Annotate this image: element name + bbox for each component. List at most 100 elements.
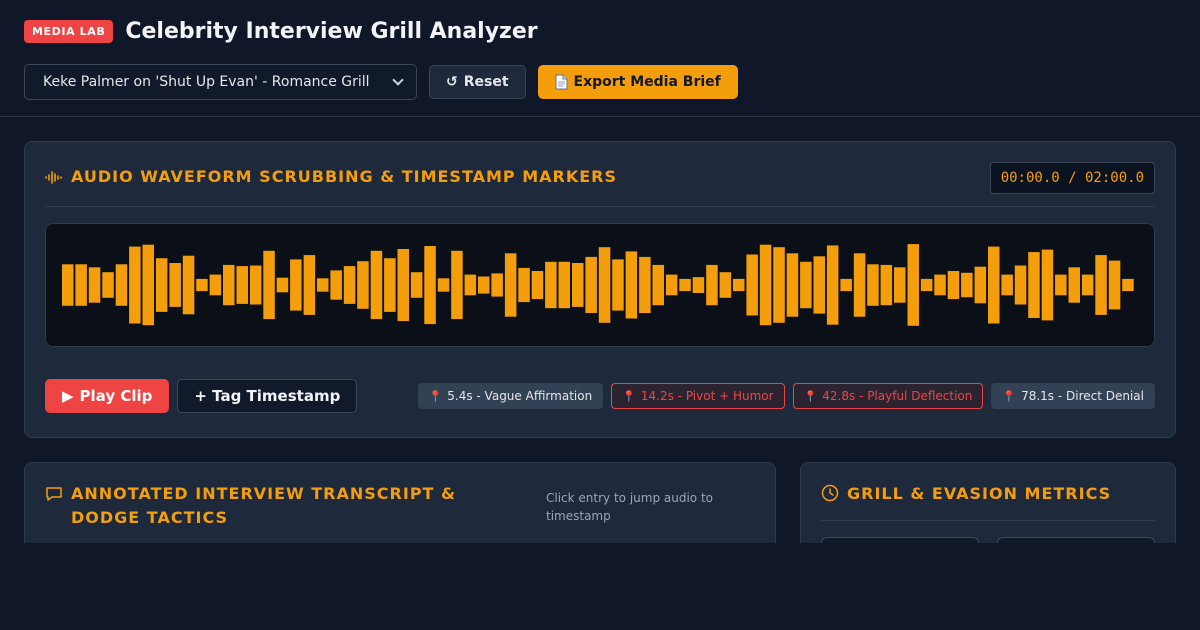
- waveform-bar[interactable]: [786, 253, 799, 317]
- waveform-bar[interactable]: [813, 256, 826, 314]
- waveform-bar[interactable]: [826, 245, 839, 325]
- waveform-bar[interactable]: [572, 263, 584, 307]
- tag-timestamp-button[interactable]: + Tag Timestamp: [177, 379, 358, 413]
- waveform-bar[interactable]: [142, 244, 155, 326]
- marker-label: 78.1s - Direct Denial: [1021, 389, 1144, 403]
- waveform-bar[interactable]: [223, 264, 235, 306]
- waveform-bar[interactable]: [75, 264, 87, 306]
- waveform-bar[interactable]: [303, 255, 316, 315]
- waveform-bar[interactable]: [988, 246, 1000, 324]
- waveform-bar[interactable]: [598, 247, 611, 323]
- brand: MEDIA LAB Celebrity Interview Grill Anal…: [24, 19, 538, 44]
- pin-icon: 📍: [1002, 389, 1017, 403]
- waveform-bar[interactable]: [384, 258, 396, 312]
- waveform-bar[interactable]: [719, 272, 732, 298]
- waveform-bar[interactable]: [907, 244, 920, 326]
- waveform-bar[interactable]: [1041, 249, 1054, 321]
- waveform-bar[interactable]: [263, 250, 275, 320]
- waveform-bar[interactable]: [330, 270, 342, 300]
- waveform-bar[interactable]: [478, 276, 490, 294]
- waveform-bar[interactable]: [665, 274, 678, 296]
- reset-button[interactable]: ↺ Reset: [429, 65, 526, 99]
- waveform-bar[interactable]: [504, 253, 517, 317]
- waveform-bar[interactable]: [706, 264, 718, 306]
- waveform-bar[interactable]: [773, 247, 785, 323]
- waveform-bar[interactable]: [451, 250, 463, 320]
- waveform-bar[interactable]: [934, 274, 946, 296]
- waveform-bar[interactable]: [276, 277, 289, 293]
- waveform-bar[interactable]: [155, 258, 168, 312]
- waveform-bar[interactable]: [424, 246, 436, 325]
- waveform-bar[interactable]: [625, 251, 638, 319]
- export-media-brief-button[interactable]: Export Media Brief: [537, 65, 738, 99]
- waveform-bar[interactable]: [62, 264, 74, 306]
- waveform-bar[interactable]: [1095, 255, 1107, 315]
- waveform-bar[interactable]: [531, 271, 544, 300]
- waveform-bar[interactable]: [733, 278, 745, 292]
- waveform-bar[interactable]: [343, 266, 356, 304]
- waveform-bar[interactable]: [545, 261, 557, 309]
- waveform-bar[interactable]: [1001, 274, 1013, 296]
- waveform-bar[interactable]: [746, 254, 758, 316]
- waveform-bar[interactable]: [947, 271, 960, 300]
- waveform-bar[interactable]: [894, 267, 906, 303]
- waveform-actions: ▶ Play Clip + Tag Timestamp: [45, 379, 358, 413]
- waveform-bar[interactable]: [853, 253, 866, 317]
- waveform-bar[interactable]: [397, 249, 410, 321]
- waveform-panel: Audio Waveform Scrubbing & Timestamp Mar…: [24, 141, 1176, 438]
- waveform-bar[interactable]: [437, 278, 450, 292]
- marker-label: 42.8s - Playful Deflection: [822, 389, 973, 403]
- waveform-bar[interactable]: [290, 259, 302, 311]
- waveform-bar[interactable]: [236, 266, 249, 304]
- waveform-bar[interactable]: [840, 278, 852, 292]
- waveform-bar[interactable]: [1122, 278, 1134, 292]
- timestamp-marker[interactable]: 📍 14.2s - Pivot + Humor: [611, 383, 785, 409]
- waveform-bar[interactable]: [1081, 274, 1094, 296]
- waveform-bar[interactable]: [88, 267, 101, 303]
- timestamp-marker[interactable]: 📍 78.1s - Direct Denial: [991, 383, 1155, 409]
- waveform-bar[interactable]: [759, 244, 772, 326]
- waveform-bar[interactable]: [961, 272, 973, 298]
- waveform-bar[interactable]: [196, 278, 208, 292]
- waveform-bar[interactable]: [1108, 260, 1121, 310]
- waveform-bar[interactable]: [102, 272, 114, 298]
- waveform-bar[interactable]: [129, 246, 141, 324]
- waveform-bar[interactable]: [1055, 274, 1067, 296]
- waveform-bar[interactable]: [317, 278, 329, 292]
- waveform-bar[interactable]: [585, 256, 597, 313]
- waveform-bars[interactable]: [46, 224, 1154, 346]
- waveform-bar[interactable]: [491, 273, 503, 297]
- waveform-bar[interactable]: [920, 278, 933, 292]
- waveform-bar[interactable]: [249, 265, 262, 305]
- waveform-bar[interactable]: [518, 267, 530, 303]
- waveform-bar[interactable]: [209, 274, 222, 296]
- waveform-bar[interactable]: [370, 250, 383, 320]
- waveform-bar[interactable]: [558, 261, 571, 309]
- waveform-bar[interactable]: [1028, 252, 1040, 318]
- media-lab-badge: MEDIA LAB: [24, 20, 114, 43]
- waveform-bar[interactable]: [612, 259, 624, 311]
- transcript-hint: Click entry to jump audio to timestamp: [546, 491, 713, 523]
- reset-label: Reset: [463, 74, 509, 90]
- play-clip-button[interactable]: ▶ Play Clip: [45, 379, 170, 413]
- waveform-bar[interactable]: [1014, 265, 1027, 305]
- waveform-bar[interactable]: [652, 264, 665, 306]
- waveform-bar[interactable]: [692, 277, 705, 293]
- audio-waveform[interactable]: [45, 223, 1155, 347]
- waveform-bar[interactable]: [1068, 267, 1081, 303]
- timestamp-marker[interactable]: 📍 42.8s - Playful Deflection: [792, 383, 984, 409]
- interview-select[interactable]: Keke Palmer on 'Shut Up Evan' - Romance …: [24, 64, 417, 100]
- waveform-bar[interactable]: [115, 264, 128, 306]
- waveform-bar[interactable]: [974, 266, 987, 304]
- waveform-bar[interactable]: [410, 272, 423, 298]
- waveform-bar[interactable]: [357, 261, 369, 309]
- timestamp-marker[interactable]: 📍 5.4s - Vague Affirmation: [417, 383, 604, 409]
- waveform-bar[interactable]: [169, 263, 181, 307]
- waveform-bar[interactable]: [464, 274, 477, 296]
- waveform-bar[interactable]: [800, 261, 812, 309]
- waveform-bar[interactable]: [679, 278, 691, 292]
- waveform-bar[interactable]: [867, 264, 879, 306]
- waveform-bar[interactable]: [639, 256, 651, 313]
- waveform-bar[interactable]: [182, 255, 195, 315]
- waveform-bar[interactable]: [880, 264, 893, 306]
